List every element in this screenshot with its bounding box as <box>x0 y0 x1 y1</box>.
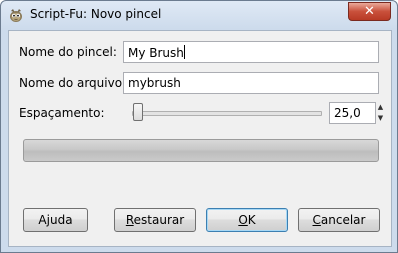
text-caret <box>183 45 185 59</box>
reset-button[interactable]: Restaurar <box>114 208 196 232</box>
reset-mnemonic: R <box>125 213 134 227</box>
file-name-value: mybrush <box>128 76 181 90</box>
cancel-mnemonic: C <box>312 213 321 227</box>
close-button[interactable]: ✕ <box>348 2 391 21</box>
title-bar[interactable]: Script-Fu: Novo pincel ✕ <box>1 1 397 29</box>
dialog-content: Nome do pincel: My Brush Nome do arquivo… <box>8 30 392 247</box>
brush-name-input[interactable]: My Brush <box>123 41 379 63</box>
spacing-label: Espaçamento: <box>19 106 105 120</box>
help-label-a: A <box>38 213 47 227</box>
help-label-rest: uda <box>49 213 73 227</box>
brush-name-label: Nome do pincel: <box>19 45 117 59</box>
spacing-spin-input[interactable]: 25,0 <box>329 102 376 124</box>
cancel-label-rest: ancelar <box>320 213 366 227</box>
close-icon: ✕ <box>364 4 375 19</box>
cancel-button[interactable]: Cancelar <box>298 208 380 232</box>
help-button[interactable]: Ajuda <box>23 208 88 232</box>
progress-bar <box>23 139 379 162</box>
file-name-input[interactable]: mybrush <box>123 72 379 94</box>
reset-label-rest: estaurar <box>133 213 185 227</box>
spacing-value: 25,0 <box>334 106 361 120</box>
chevron-down-icon[interactable]: ▼ <box>376 113 385 124</box>
gimp-icon <box>10 9 22 22</box>
ok-label-rest: K <box>247 213 256 227</box>
spacing-slider-track[interactable] <box>132 111 322 116</box>
dialog-window: Script-Fu: Novo pincel ✕ Nome do pincel:… <box>0 0 398 253</box>
ok-mnemonic: O <box>238 213 248 227</box>
window-title: Script-Fu: Novo pincel <box>30 7 162 21</box>
chevron-up-icon[interactable]: ▲ <box>376 102 385 113</box>
spacing-slider-thumb[interactable] <box>133 103 143 121</box>
ok-button[interactable]: OK <box>206 208 288 232</box>
brush-name-value: My Brush <box>128 46 184 60</box>
file-name-label: Nome do arquivo: <box>19 76 127 90</box>
